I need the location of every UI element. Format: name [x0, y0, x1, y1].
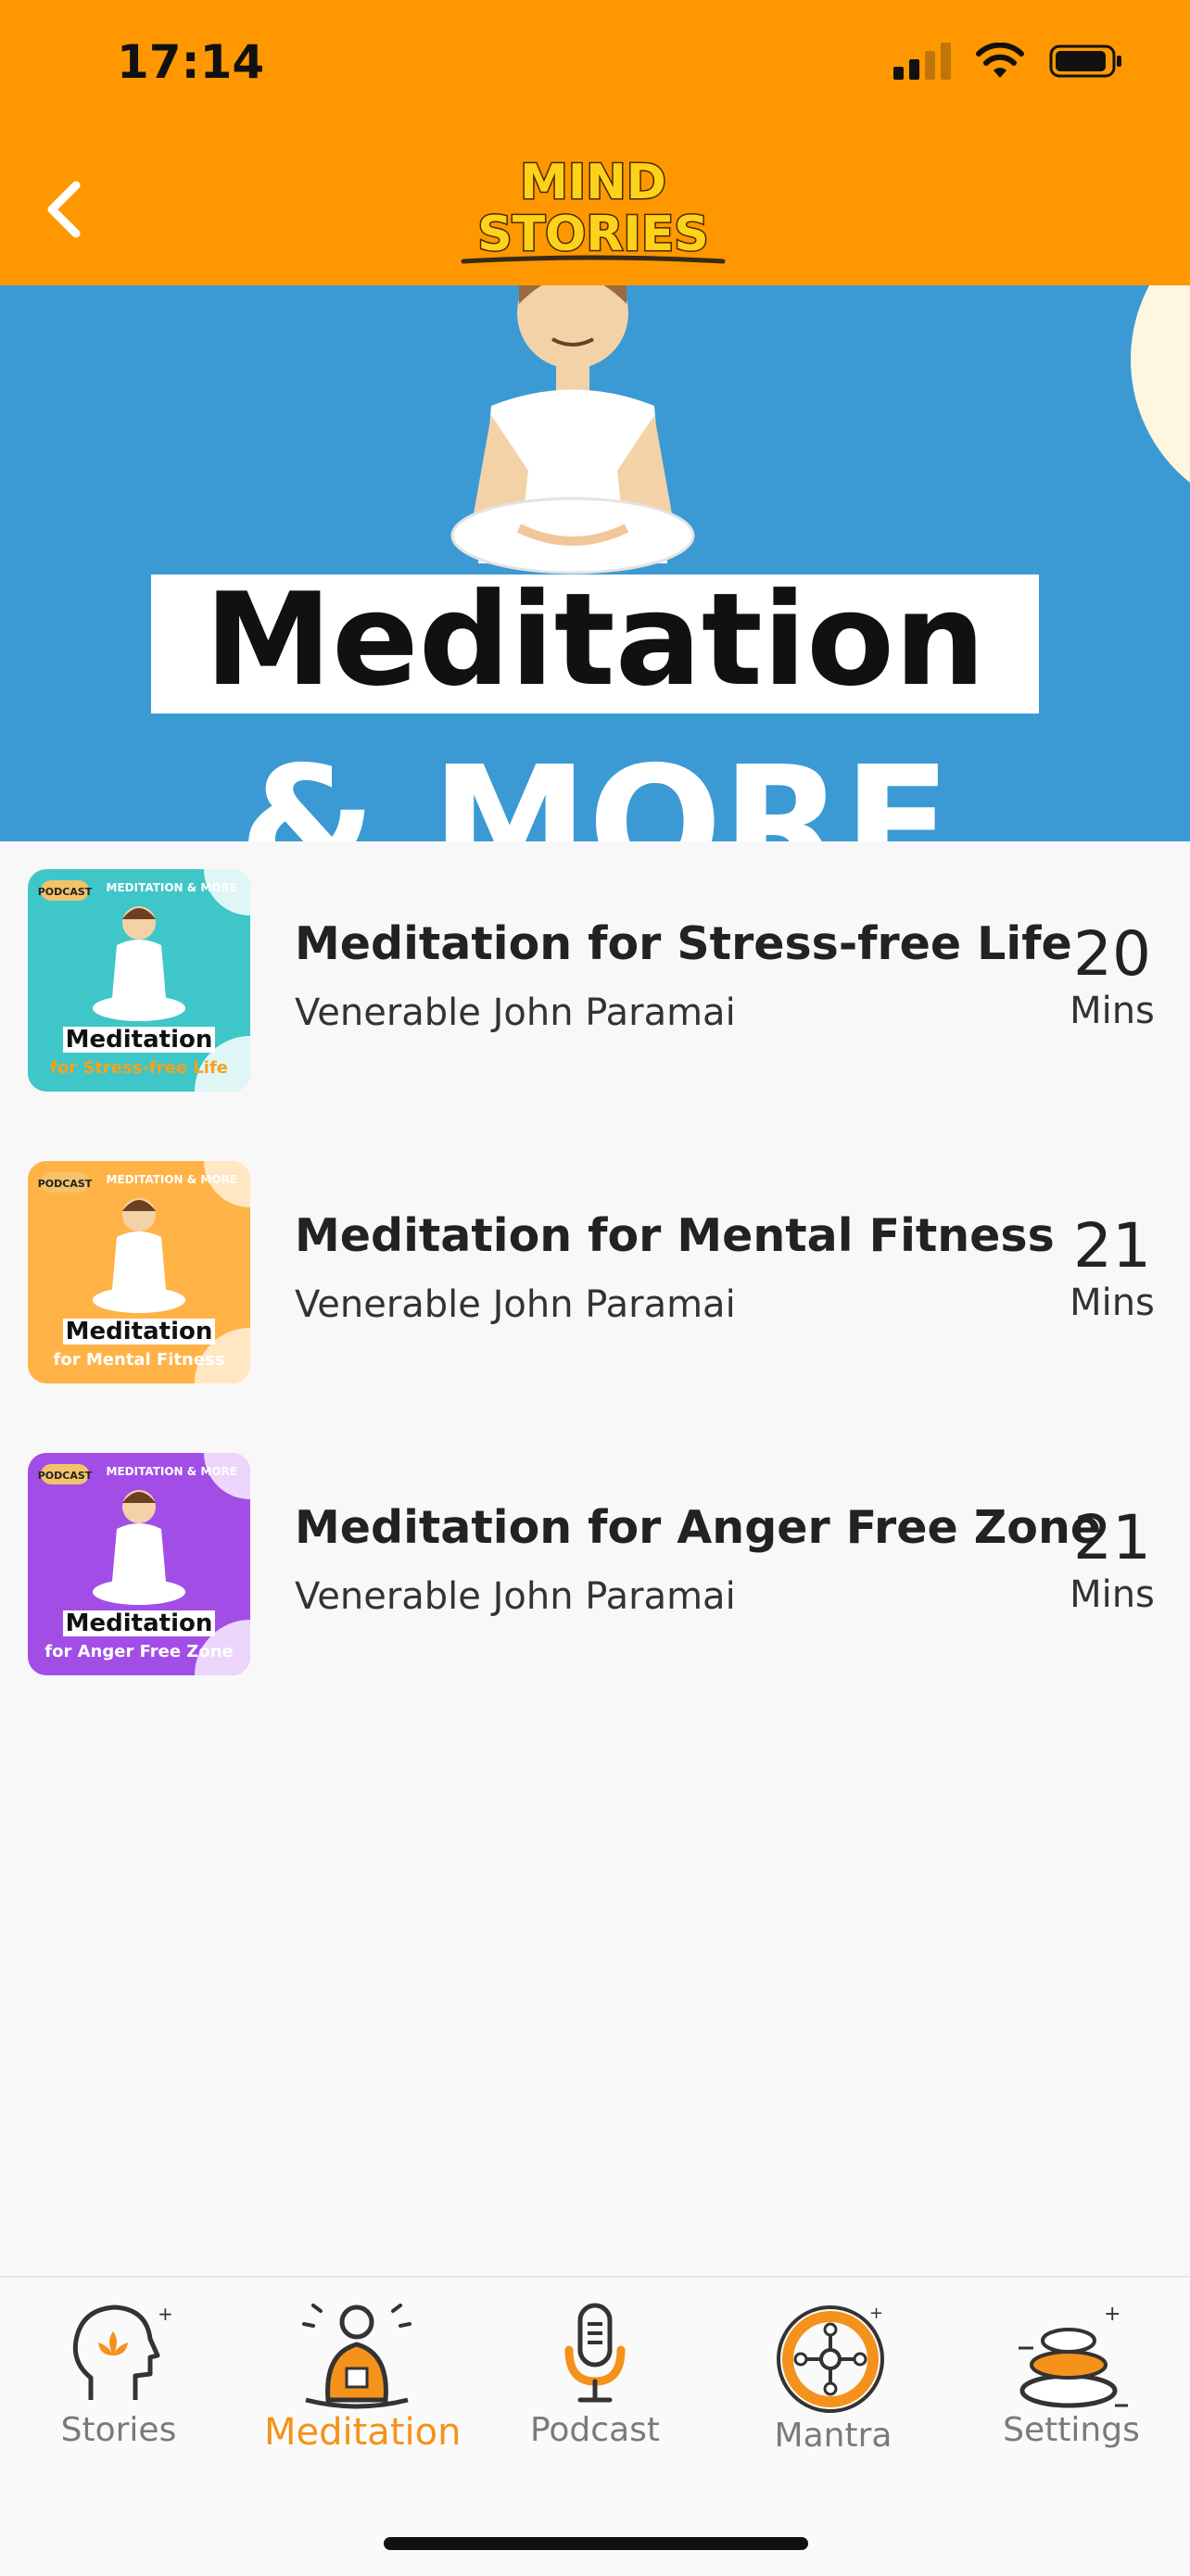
tab-stories[interactable]: + Stories: [26, 2278, 211, 2449]
duration-unit: Mins: [1070, 1573, 1155, 1616]
svg-text:+: +: [1104, 2303, 1120, 2326]
wifi-icon: [976, 43, 1024, 78]
meditation-list: PODCAST MEDITATION & MORE Meditation for…: [0, 862, 1190, 1737]
svg-text:STORIES: STORIES: [477, 207, 709, 262]
duration-value: 21: [1073, 1210, 1151, 1282]
svg-text:+: +: [869, 2304, 883, 2323]
episode-thumbnail: PODCAST MEDITATION & MORE Meditation for…: [28, 1453, 250, 1675]
svg-text:for Stress-free Life: for Stress-free Life: [50, 1058, 228, 1078]
svg-text:MEDITATION & MORE: MEDITATION & MORE: [107, 881, 237, 894]
episode-title: Meditation for Stress-free Life: [295, 917, 1072, 970]
svg-text:+: +: [158, 2303, 173, 2325]
tab-meditation[interactable]: Meditation: [264, 2278, 462, 2454]
list-item[interactable]: PODCAST MEDITATION & MORE Meditation for…: [0, 1154, 1190, 1446]
episode-duration: 21 Mins: [1057, 1502, 1168, 1617]
episode-author: Venerable John Paramai: [295, 1283, 736, 1326]
duration-value: 20: [1073, 918, 1151, 990]
status-icons: [893, 43, 1123, 80]
svg-text:PODCAST: PODCAST: [38, 1178, 93, 1190]
back-button[interactable]: [37, 172, 93, 246]
episode-title: Meditation for Mental Fitness: [295, 1209, 1055, 1262]
duration-unit: Mins: [1070, 990, 1155, 1032]
svg-text:Meditation: Meditation: [66, 1318, 213, 1345]
tab-settings[interactable]: + Settings: [979, 2278, 1164, 2449]
episode-author: Venerable John Paramai: [295, 991, 736, 1034]
duration-value: 21: [1073, 1502, 1151, 1573]
svg-text:Meditation: Meditation: [66, 1026, 213, 1054]
list-item[interactable]: PODCAST MEDITATION & MORE Meditation for…: [0, 862, 1190, 1154]
stacked-stones-icon: +: [1019, 2303, 1128, 2408]
tab-label: Meditation: [264, 2411, 462, 2454]
svg-text:PODCAST: PODCAST: [38, 886, 93, 898]
tab-label: Stories: [60, 2411, 177, 2449]
app-header: 17:14 MIND STORIES: [0, 0, 1190, 285]
battery-icon: [1049, 44, 1121, 78]
tab-label: Podcast: [529, 2411, 661, 2449]
mind-stories-logo: MIND STORIES: [461, 154, 726, 264]
episode-thumbnail: PODCAST MEDITATION & MORE Meditation for…: [28, 869, 250, 1092]
cellular-signal-icon: [893, 43, 951, 80]
chevron-left-icon: [47, 181, 81, 238]
meditating-person-icon: [302, 2304, 411, 2409]
episode-thumbnail: PODCAST MEDITATION & MORE Meditation for…: [28, 1161, 250, 1383]
svg-text:MEDITATION & MORE: MEDITATION & MORE: [107, 1465, 237, 1478]
svg-text:& MORE: & MORE: [239, 733, 951, 841]
hero-illustration: Meditation & MORE: [151, 285, 1190, 841]
home-indicator[interactable]: [384, 2537, 808, 2550]
episode-title: Meditation for Anger Free Zone: [295, 1501, 1102, 1554]
microphone-icon: [564, 2303, 626, 2403]
svg-text:for Mental Fitness: for Mental Fitness: [54, 1350, 225, 1370]
list-item[interactable]: PODCAST MEDITATION & MORE Meditation for…: [0, 1446, 1190, 1737]
tab-label: Settings: [1003, 2411, 1140, 2449]
bottom-tab-bar: + Stories Meditation Podcast + Mantra + …: [0, 2276, 1190, 2576]
hero-banner: Meditation & MORE: [0, 285, 1190, 841]
head-lotus-icon: +: [72, 2303, 173, 2400]
duration-unit: Mins: [1070, 1282, 1155, 1324]
svg-text:MEDITATION & MORE: MEDITATION & MORE: [107, 1173, 237, 1186]
episode-author: Venerable John Paramai: [295, 1575, 736, 1618]
mantra-wheel-icon: +: [777, 2304, 884, 2413]
svg-text:for Anger Free Zone: for Anger Free Zone: [44, 1642, 233, 1661]
svg-text:Meditation: Meditation: [66, 1610, 213, 1637]
tab-label: Mantra: [774, 2417, 892, 2455]
episode-duration: 20 Mins: [1057, 918, 1168, 1033]
svg-text:PODCAST: PODCAST: [38, 1470, 93, 1482]
tab-mantra[interactable]: + Mantra: [741, 2278, 926, 2455]
svg-text:MIND: MIND: [520, 155, 666, 210]
svg-text:Meditation: Meditation: [205, 565, 985, 714]
tab-podcast[interactable]: Podcast: [502, 2278, 688, 2449]
episode-duration: 21 Mins: [1057, 1210, 1168, 1325]
status-time: 17:14: [117, 35, 265, 89]
